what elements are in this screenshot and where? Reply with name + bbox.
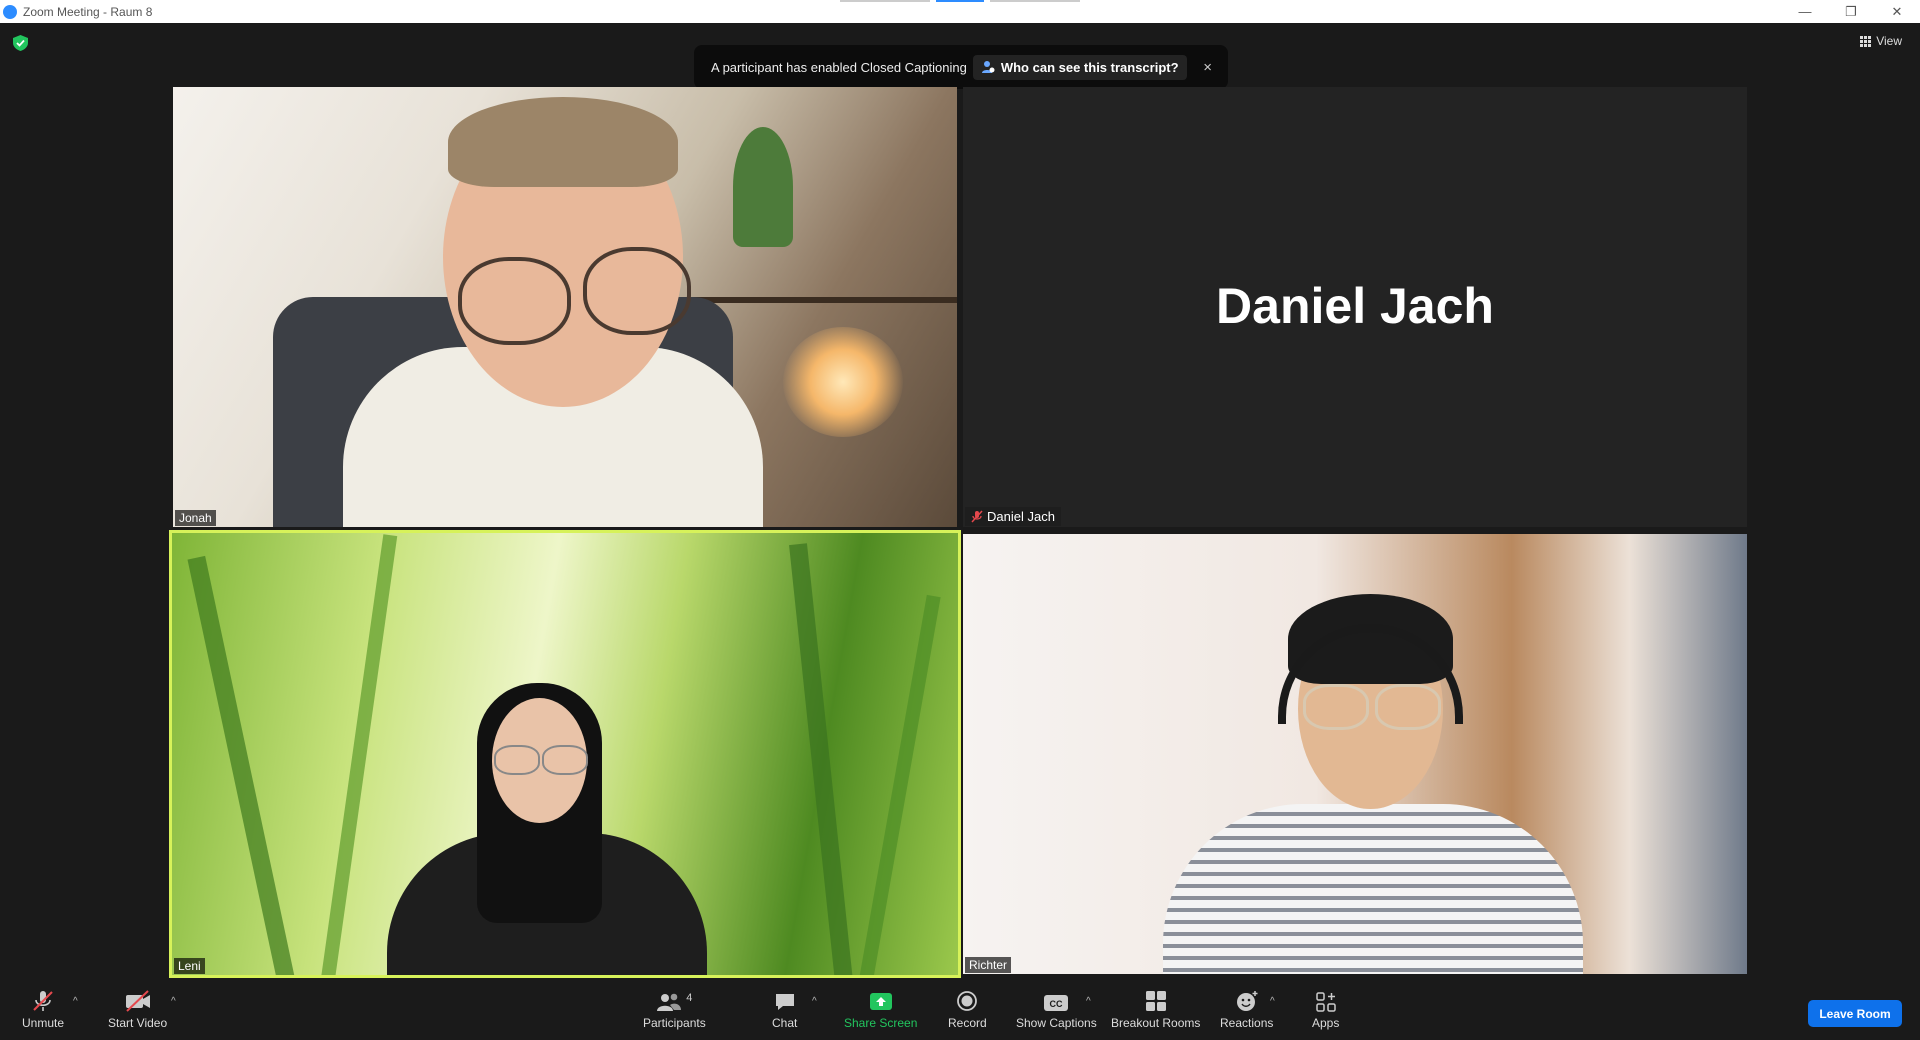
leave-room-button[interactable]: Leave Room xyxy=(1808,1000,1902,1027)
minimize-button[interactable]: — xyxy=(1782,0,1828,23)
video-tile-leni[interactable]: Leni xyxy=(169,530,961,978)
captions-options-caret-icon[interactable]: ^ xyxy=(1086,996,1091,1007)
record-label: Record xyxy=(948,1016,987,1030)
banner-close-icon[interactable]: × xyxy=(1203,59,1212,76)
svg-text:CC: CC xyxy=(1050,999,1063,1009)
participant-name-label: Leni xyxy=(174,958,205,974)
record-icon xyxy=(957,991,978,1011)
plant-decor xyxy=(733,127,793,247)
reactions-smiley-icon xyxy=(1236,991,1258,1011)
record-button[interactable]: Record xyxy=(948,990,987,1030)
chat-bubble-icon xyxy=(775,994,794,1010)
restore-button[interactable]: ❐ xyxy=(1828,0,1874,23)
video-off-icon xyxy=(125,990,150,1012)
audio-options-caret-icon[interactable]: ^ xyxy=(73,996,78,1007)
apps-icon xyxy=(1315,992,1336,1012)
grass-decor xyxy=(187,555,295,975)
meeting-toolbar: Unmute ^ Start Video ^ 4 Participants Ch… xyxy=(0,980,1920,1040)
caption-message: A participant has enabled Closed Caption… xyxy=(711,59,967,75)
start-video-label: Start Video xyxy=(108,1016,168,1030)
share-screen-button[interactable]: Share Screen xyxy=(844,990,917,1030)
chat-options-caret-icon[interactable]: ^ xyxy=(812,996,817,1007)
grid-view-icon xyxy=(1860,35,1872,47)
who-can-see-transcript-button[interactable]: Who can see this transcript? xyxy=(972,54,1187,80)
participants-button[interactable]: 4 Participants xyxy=(643,990,706,1030)
titlebar-indicator xyxy=(840,0,1080,2)
participant-name-label: Richter xyxy=(965,957,1012,973)
window-title: Zoom Meeting - Raum 8 xyxy=(23,4,153,19)
shelf-decor xyxy=(693,297,957,303)
muted-mic-icon xyxy=(971,510,983,523)
muted-mic-icon xyxy=(33,991,53,1011)
participant-display-name: Daniel Jach xyxy=(1216,278,1494,334)
reactions-options-caret-icon[interactable]: ^ xyxy=(1270,996,1275,1007)
view-label: View xyxy=(1876,34,1902,48)
apps-label: Apps xyxy=(1312,1016,1340,1030)
reactions-button[interactable]: Reactions xyxy=(1220,990,1273,1030)
chat-button[interactable]: Chat xyxy=(772,990,797,1030)
caption-notification-banner: A participant has enabled Closed Caption… xyxy=(694,45,1228,89)
unmute-button[interactable]: Unmute xyxy=(22,990,64,1030)
chat-label: Chat xyxy=(772,1016,798,1030)
participants-icon xyxy=(657,993,682,1011)
participants-label: Participants xyxy=(643,1016,706,1030)
reactions-label: Reactions xyxy=(1220,1016,1274,1030)
video-tile-richter[interactable]: Richter xyxy=(963,534,1747,974)
participant-name-label: Daniel Jach xyxy=(965,507,1061,526)
breakout-rooms-label: Breakout Rooms xyxy=(1111,1016,1201,1030)
video-tile-daniel-jach[interactable]: Daniel Jach Daniel Jach xyxy=(963,87,1747,527)
breakout-rooms-icon xyxy=(1145,991,1166,1011)
window-titlebar: Zoom Meeting - Raum 8 — ❐ ✕ xyxy=(0,0,1920,23)
zoom-app-icon xyxy=(3,4,17,19)
show-captions-button[interactable]: CC Show Captions xyxy=(1016,990,1097,1030)
video-tile-jonah[interactable]: Jonah xyxy=(173,87,957,527)
video-options-caret-icon[interactable]: ^ xyxy=(171,996,176,1007)
security-shield-icon[interactable] xyxy=(13,35,28,51)
close-window-button[interactable]: ✕ xyxy=(1874,0,1920,23)
share-screen-icon xyxy=(869,993,892,1010)
apps-button[interactable]: Apps xyxy=(1312,990,1339,1030)
unmute-label: Unmute xyxy=(22,1016,65,1030)
show-captions-label: Show Captions xyxy=(1016,1016,1097,1030)
lamp-glow xyxy=(783,327,903,437)
participant-name-label: Jonah xyxy=(175,510,216,526)
participants-count: 4 xyxy=(686,992,693,1004)
closed-captions-icon: CC xyxy=(1044,995,1069,1011)
start-video-button[interactable]: Start Video xyxy=(108,990,167,1030)
who-can-see-label: Who can see this transcript? xyxy=(1000,59,1179,75)
breakout-rooms-button[interactable]: Breakout Rooms xyxy=(1111,990,1200,1030)
person-info-icon xyxy=(981,61,995,73)
view-button[interactable]: View xyxy=(1860,34,1902,48)
share-screen-label: Share Screen xyxy=(844,1016,918,1030)
